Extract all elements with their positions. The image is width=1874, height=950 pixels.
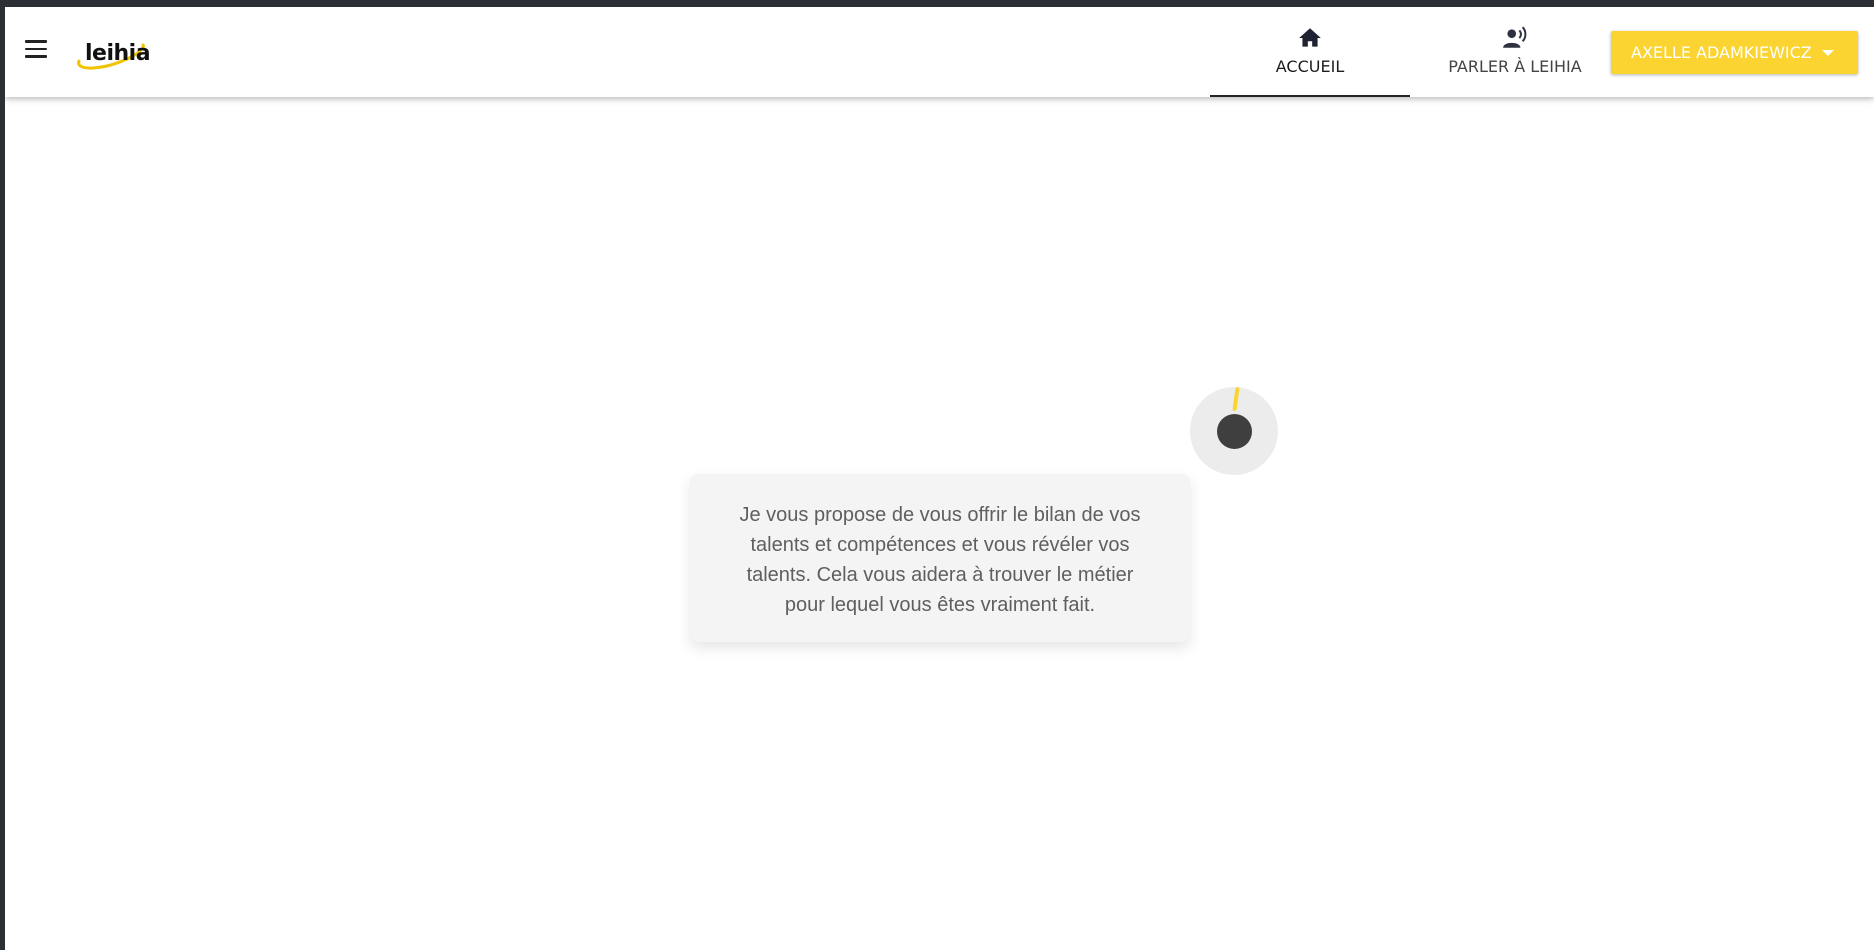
assistant-message: Je vous propose de vous offrir le bilan … [739,504,1141,616]
tab-accueil[interactable]: ACCUEIL [1210,7,1410,97]
menu-icon[interactable] [25,40,49,60]
tab-parler-a-leihia[interactable]: PARLER À LEIHIA [1415,7,1615,97]
active-tab-indicator [1210,95,1410,97]
assistant-avatar-icon [1190,386,1278,475]
top-app-bar: leihia ACCUEIL PARLER À LEIHIA AXELLE AD… [5,7,1874,97]
tab-accueil-label: ACCUEIL [1275,57,1345,76]
tab-parler-label: PARLER À LEIHIA [1448,57,1582,76]
home-icon [1299,28,1321,47]
voice-icon [1503,26,1527,48]
user-menu-button[interactable]: AXELLE ADAMKIEWICZ [1611,31,1858,74]
user-name: AXELLE ADAMKIEWICZ [1631,43,1812,62]
logo[interactable]: leihia [73,31,153,79]
avatar-dot [1217,414,1252,449]
assistant-message-bubble: Je vous propose de vous offrir le bilan … [690,474,1190,642]
logo-text: leihia [85,41,151,66]
caret-down-icon [1822,50,1834,56]
app-window: leihia ACCUEIL PARLER À LEIHIA AXELLE AD… [5,7,1874,950]
avatar-spark [1232,386,1240,412]
main-content: Je vous propose de vous offrir le bilan … [5,97,1874,950]
